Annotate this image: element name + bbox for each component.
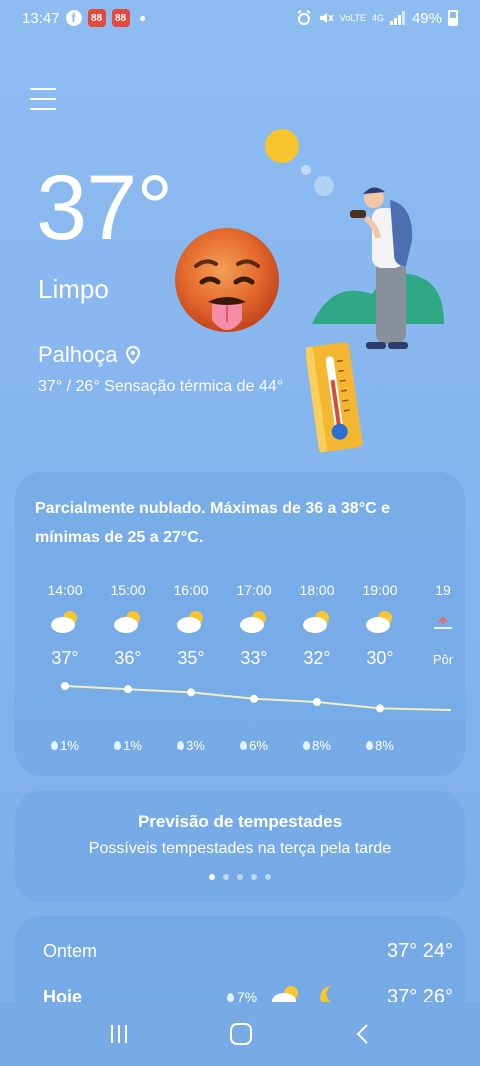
hour-rain-value: 1% [60, 738, 79, 753]
daily-row-yesterday[interactable]: Ontem 37° 24° [43, 940, 453, 963]
page-dot [223, 874, 229, 880]
network-volte-label: VoLTE [339, 12, 366, 23]
day-temps: 37° 24° [386, 940, 453, 962]
hour-rain: 3% [161, 738, 221, 753]
raindrop-icon [240, 741, 248, 750]
hourly-list[interactable]: 14:00 37° 1% 15:00 36° 1% 16:00 35° 3% 17:00 33° 6%… [35, 582, 465, 772]
navigation-bar [0, 1002, 480, 1066]
forecast-summary: Parcialmente nublado. Máximas de 36 a 38… [35, 500, 390, 546]
temperature-trend-line [61, 682, 452, 713]
page-dot [265, 874, 271, 880]
page-dot [251, 874, 257, 880]
menu-icon [30, 88, 56, 90]
location-name: Palhoça [38, 342, 118, 367]
facebook-icon: f [65, 10, 82, 26]
day-name: Ontem [43, 941, 98, 961]
location-pin-icon [125, 346, 140, 364]
page-dot [237, 874, 243, 880]
recents-icon [111, 1025, 114, 1043]
raindrop-icon [114, 741, 122, 750]
temp-trend-path [64, 685, 452, 711]
minmax-feels-like: 37° / 26° Sensação térmica de 44° [38, 378, 284, 395]
hour-rain: 8% [350, 738, 410, 753]
hour-rain-value: 8% [312, 738, 331, 753]
temp-point [250, 694, 258, 703]
battery-icon [448, 10, 458, 26]
raindrop-icon [177, 741, 185, 750]
page-indicator [15, 874, 465, 880]
mute-icon [319, 13, 334, 23]
hour-rain-value: 1% [123, 738, 142, 753]
weather-illustration [265, 129, 444, 349]
storm-title: Previsão de tempestades [137, 812, 343, 831]
signal-icon [389, 11, 405, 25]
temp-point [187, 688, 195, 697]
menu-icon-bar [30, 108, 56, 110]
temp-point [61, 682, 69, 690]
page-dot [209, 874, 215, 880]
raindrop-icon [366, 741, 374, 750]
temp-point [313, 698, 321, 706]
network-4g-label: 4G [371, 12, 384, 23]
recents-icon-bar [118, 1025, 121, 1043]
raindrop-icon [226, 992, 234, 1002]
hour-rain-value: 3% [186, 738, 205, 753]
status-time: 13:47 [22, 9, 60, 27]
alarm-icon [297, 10, 311, 25]
status-bar: 13:47 f 88 88 VoLTE 4G 49% [0, 0, 480, 36]
menu-button[interactable] [30, 86, 56, 112]
temp-point [376, 704, 384, 713]
raindrop-icon [51, 741, 59, 750]
temp-point [124, 685, 132, 694]
hour-rain: 8% [287, 738, 347, 753]
raindrop-icon [303, 741, 311, 750]
app-notification-icon: 88 [111, 9, 130, 27]
hour-rain-value: 8% [375, 738, 394, 753]
home-button[interactable] [229, 1023, 252, 1045]
storm-text: Possíveis tempestades na terça pela tard… [88, 840, 392, 857]
location-button[interactable]: Palhoça [38, 342, 140, 368]
recents-button[interactable] [111, 1025, 128, 1043]
app-notification-icon: 88 [87, 9, 106, 27]
back-button[interactable] [355, 1023, 369, 1045]
thermometer-icon [306, 342, 363, 453]
hour-rain-value: 6% [249, 738, 268, 753]
hour-rain: 1% [35, 738, 95, 753]
battery-percent: 49% [411, 9, 442, 27]
more-notifications-icon [139, 15, 145, 21]
recents-icon-bar [125, 1025, 128, 1043]
storm-forecast-card[interactable]: Previsão de tempestades Possíveis tempes… [15, 791, 465, 902]
hour-rain: 1% [98, 738, 158, 753]
hour-rain: 6% [224, 738, 284, 753]
current-temperature: 37° [36, 157, 173, 259]
current-condition: Limpo [38, 274, 109, 304]
hourly-forecast-card[interactable]: Parcialmente nublado. Máximas de 36 a 38… [15, 472, 465, 776]
menu-icon-bar [30, 98, 56, 100]
